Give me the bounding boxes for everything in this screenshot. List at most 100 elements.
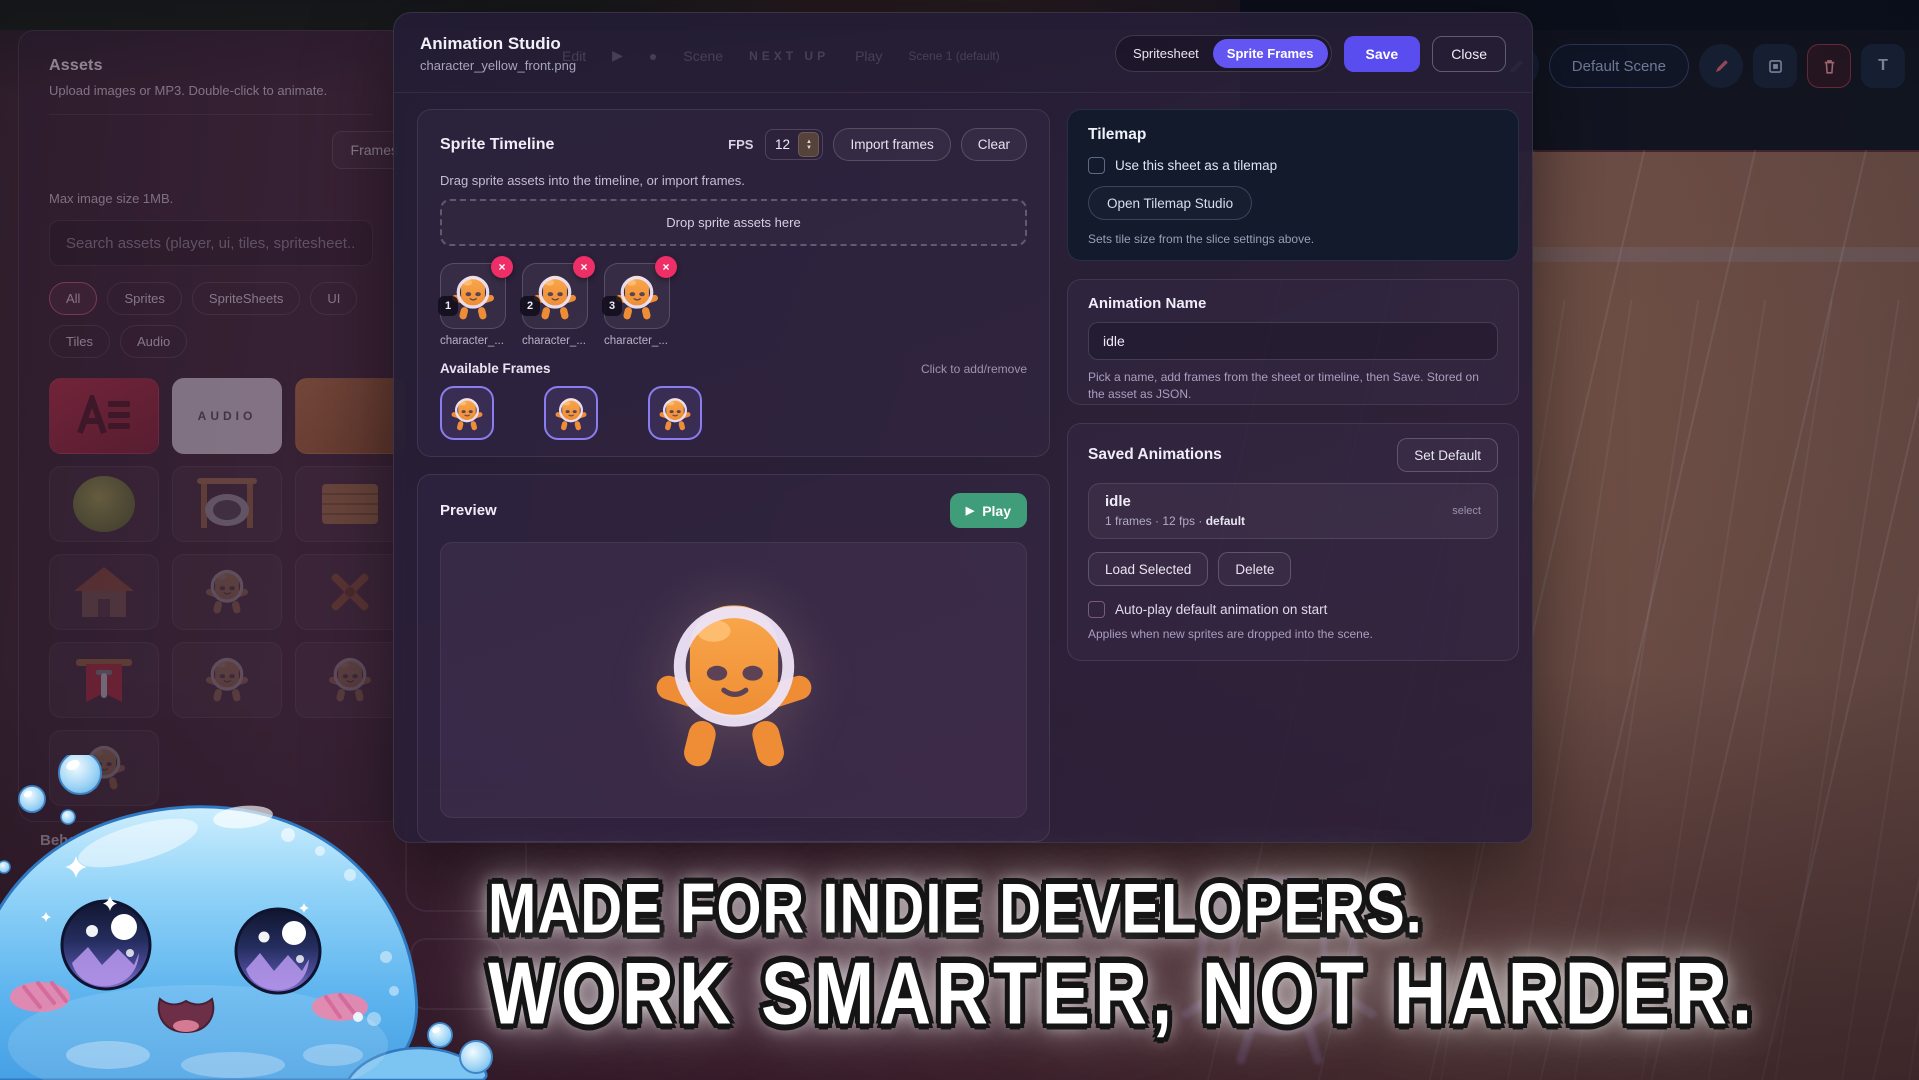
frame-tool-button[interactable] — [1753, 44, 1797, 88]
slime-left-eye — [62, 901, 150, 989]
trash-icon — [1820, 57, 1839, 76]
close-button[interactable]: Close — [1432, 36, 1506, 72]
character-sprite-icon — [204, 564, 250, 616]
modal-actions: Spritesheet Sprite Frames Save Close — [1115, 35, 1506, 72]
animation-name-title: Animation Name — [1088, 295, 1498, 312]
timeline-frame-card[interactable]: 3 × — [604, 263, 670, 329]
bush-icon — [73, 476, 135, 532]
tilemap-title: Tilemap — [1088, 126, 1498, 144]
frame-index-badge: 1 — [438, 296, 458, 316]
asset-tile-banner[interactable] — [49, 642, 159, 718]
toggle-spritesheet[interactable]: Spritesheet — [1119, 39, 1213, 68]
fps-spin-buttons[interactable]: ▲ ▼ — [798, 132, 819, 157]
frame-icon — [1766, 57, 1785, 76]
ghost-play-label: Play — [855, 48, 882, 64]
available-frame-selected[interactable] — [440, 386, 494, 440]
asset-search-input[interactable] — [49, 220, 373, 266]
character-sprite-icon — [658, 394, 692, 432]
frame-index-badge: 2 — [520, 296, 540, 316]
remove-frame-button[interactable]: × — [655, 256, 677, 278]
open-tilemap-studio-button[interactable]: Open Tilemap Studio — [1088, 186, 1252, 220]
asset-tile-ground[interactable] — [295, 378, 405, 454]
ghost-scene-label: Scene — [683, 48, 723, 64]
default-scene-button[interactable]: Default Scene — [1549, 44, 1689, 88]
asset-tile-character[interactable] — [295, 642, 405, 718]
animation-name-input[interactable] — [1088, 322, 1498, 360]
frame-filename: character_... — [440, 335, 506, 347]
assets-panel-subtitle: Upload images or MP3. Double-click to an… — [49, 83, 373, 98]
set-default-button[interactable]: Set Default — [1397, 438, 1498, 472]
timeline-frame[interactable]: 1 × character_... — [440, 263, 506, 347]
import-frames-button[interactable]: Import frames — [833, 128, 950, 161]
timeline-frame-card[interactable]: 2 × — [522, 263, 588, 329]
text-tool-button[interactable]: T — [1861, 44, 1905, 88]
clear-button[interactable]: Clear — [961, 128, 1027, 161]
asset-filter-chips: All Sprites SpriteSheets UI Tiles Audio — [49, 282, 373, 358]
assets-panel: Assets Upload images or MP3. Double-clic… — [18, 30, 404, 822]
asset-tile-house[interactable] — [49, 554, 159, 630]
asset-tile-windmill[interactable] — [295, 554, 405, 630]
asset-tile-character[interactable] — [172, 554, 282, 630]
asset-tile-bush[interactable] — [49, 466, 159, 542]
filter-chip-spritesheets[interactable]: SpriteSheets — [192, 282, 300, 315]
play-label: Play — [982, 503, 1011, 519]
available-frames-hint: Click to add/remove — [921, 362, 1027, 376]
asset-tile-audio[interactable]: AUDIO — [172, 378, 282, 454]
character-sprite-icon — [450, 394, 484, 432]
frame-filename: character_... — [522, 335, 588, 347]
saved-item-info: idle 1 frames · 12 fps · default — [1105, 493, 1245, 528]
filter-chip-all[interactable]: All — [49, 282, 97, 315]
saved-animation-item[interactable]: idle 1 frames · 12 fps · default select — [1088, 483, 1498, 539]
remove-frame-button[interactable]: × — [491, 256, 513, 278]
modal-title-block: Animation Studio character_yellow_front.… — [420, 34, 576, 73]
sprite-dropzone[interactable]: Drop sprite assets here — [440, 199, 1027, 246]
house-icon — [72, 565, 136, 619]
toggle-sprite-frames[interactable]: Sprite Frames — [1213, 39, 1328, 68]
brush-icon — [1712, 57, 1731, 76]
saved-item-select-hint: select — [1452, 505, 1481, 517]
available-frame-selected[interactable] — [544, 386, 598, 440]
ghost-scene1-label: Scene 1 (default) — [908, 49, 999, 63]
delete-scene-button[interactable] — [1807, 44, 1851, 88]
preview-panel: Preview ▶ Play — [417, 474, 1050, 842]
hero-line-1: MADE FOR INDIE DEVELOPERS. — [488, 868, 1423, 950]
play-button[interactable]: ▶ Play — [950, 493, 1027, 528]
asset-tile-well[interactable] — [172, 466, 282, 542]
available-frame-selected[interactable] — [648, 386, 702, 440]
divider — [49, 114, 373, 115]
timeline-hint: Drag sprite assets into the timeline, or… — [440, 173, 1027, 188]
character-sprite-icon — [327, 652, 373, 704]
filter-chip-tiles[interactable]: Tiles — [49, 325, 110, 358]
logo-mark-icon — [74, 395, 134, 437]
timeline-frame-card[interactable]: 1 × — [440, 263, 506, 329]
delete-button[interactable]: Delete — [1218, 552, 1291, 586]
timeline-frames-row: 1 × character_... 2 × character_... — [440, 263, 1027, 347]
save-button[interactable]: Save — [1344, 36, 1421, 72]
timeline-frame[interactable]: 3 × character_... — [604, 263, 670, 347]
load-selected-button[interactable]: Load Selected — [1088, 552, 1208, 586]
filter-chip-sprites[interactable]: Sprites — [107, 282, 181, 315]
animation-name-note: Pick a name, add frames from the sheet o… — [1088, 369, 1498, 404]
well-icon — [195, 476, 259, 532]
tilemap-checkbox[interactable] — [1088, 157, 1105, 174]
brush-button[interactable] — [1699, 44, 1743, 88]
preview-character-sprite — [649, 585, 819, 775]
asset-tile-character[interactable] — [172, 642, 282, 718]
filter-chip-audio[interactable]: Audio — [120, 325, 187, 358]
filter-chip-ui[interactable]: UI — [310, 282, 357, 315]
modal-right-column: Tilemap Use this sheet as a tilemap Open… — [1067, 109, 1519, 661]
timeline-frame[interactable]: 2 × character_... — [522, 263, 588, 347]
audio-tile-label: AUDIO — [198, 409, 257, 423]
play-icon: ▶ — [966, 504, 974, 517]
slime-mouth — [159, 999, 214, 1032]
saved-animations-panel: Saved Animations Set Default idle 1 fram… — [1067, 423, 1519, 661]
asset-tile-table[interactable] — [295, 466, 405, 542]
asset-tile-logo[interactable] — [49, 378, 159, 454]
autoplay-checkbox[interactable] — [1088, 601, 1105, 618]
chevron-down-icon: ▼ — [806, 145, 812, 151]
remove-frame-button[interactable]: × — [573, 256, 595, 278]
character-sprite-icon — [204, 652, 250, 704]
character-sprite-icon — [532, 270, 578, 322]
hero-line-2: WORK SMARTER, NOT HARDER. — [488, 944, 1757, 1044]
fps-stepper[interactable]: 12 ▲ ▼ — [765, 129, 823, 160]
